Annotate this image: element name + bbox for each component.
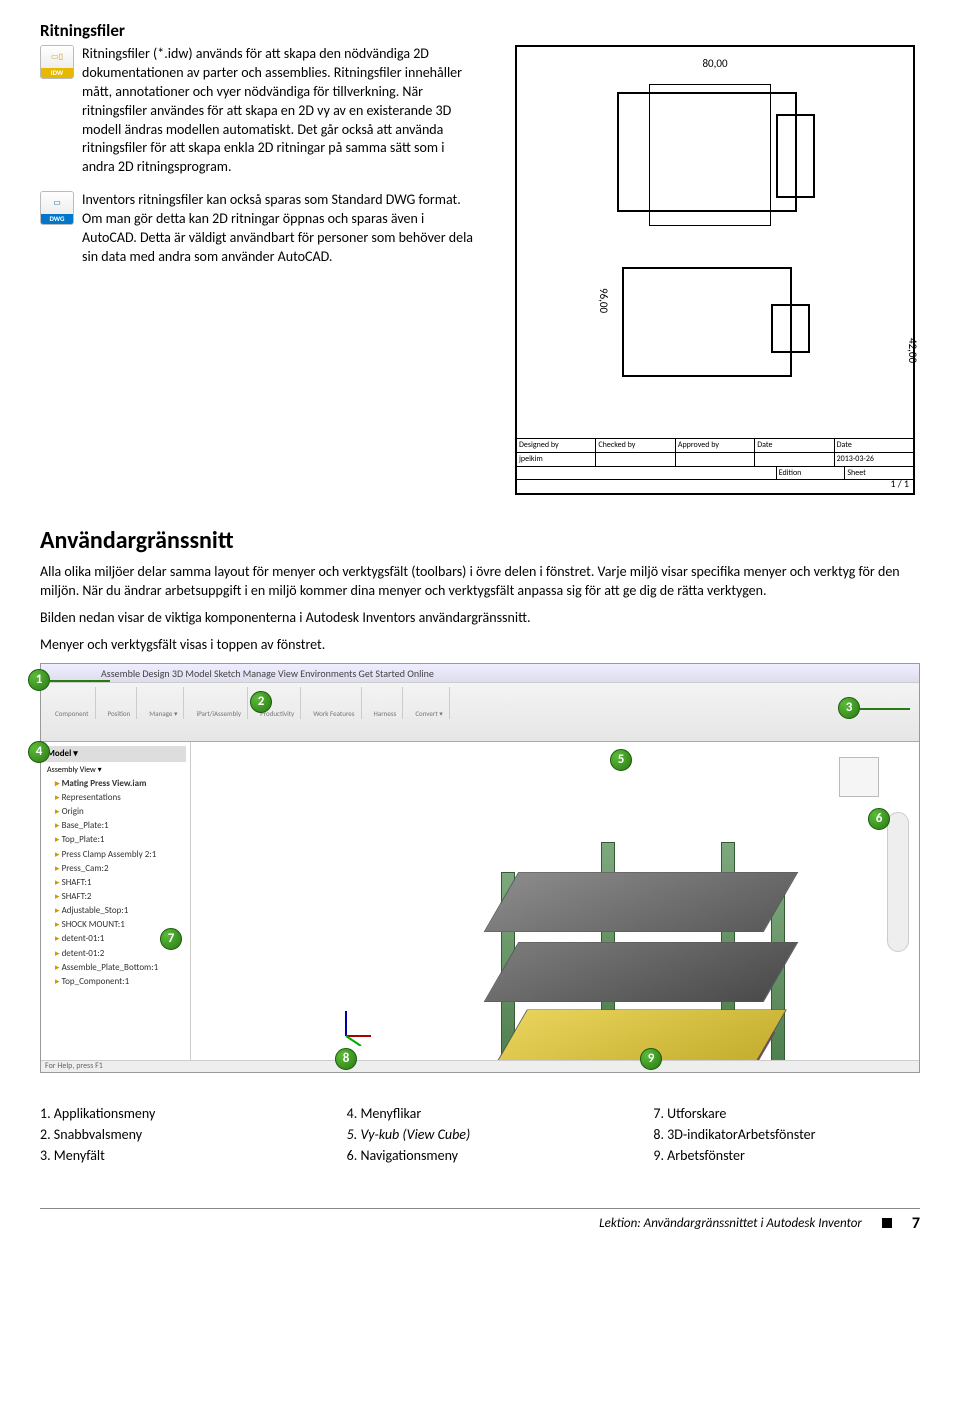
navigation-bar[interactable] (887, 812, 909, 952)
ribbon-tabs[interactable]: Assemble Design 3D Model Sketch Manage V… (41, 664, 919, 684)
callout-9: 9 (640, 1048, 662, 1070)
section2-title: Användargränssnitt (40, 525, 920, 557)
intro-para-2: Bilden nedan visar de viktiga komponente… (40, 609, 920, 628)
page-number: 7 (912, 1213, 920, 1235)
inventor-ui-screenshot: Assemble Design 3D Model Sketch Manage V… (40, 663, 920, 1073)
page-footer: Lektion: Användargränssnittet i Autodesk… (40, 1208, 920, 1235)
idw-file-icon: ▭▯ IDW (40, 45, 74, 79)
technical-drawing: 80,00 42,00 96,00 Designed by Checked by… (515, 45, 915, 495)
dim-left: 96,00 (595, 288, 610, 313)
intro-para-3: Menyer och verktygsfält visas i toppen a… (40, 636, 920, 655)
para-dwg: Inventors ritningsfiler kan också sparas… (82, 191, 480, 267)
callout-7: 7 (160, 928, 182, 950)
legend-item: 2. Snabbvalsmeny (40, 1126, 307, 1145)
legend-item: 9. Arbetsfönster (653, 1147, 920, 1166)
legend-item: 5. Vy-kub (View Cube) (347, 1126, 614, 1145)
dim-top: 80,00 (517, 57, 913, 72)
footer-square-icon (882, 1218, 892, 1228)
intro-para-1: Alla olika miljöer delar samma layout fö… (40, 563, 920, 601)
callout-6: 6 (868, 808, 890, 830)
callout-1: 1 (28, 669, 50, 691)
ribbon[interactable]: Assemble Design 3D Model Sketch Manage V… (41, 664, 919, 742)
sheet-number: 1 / 1 (890, 477, 909, 491)
view-cube[interactable] (839, 757, 879, 797)
para-idw: Ritningsfiler (*.idw) används för att sk… (82, 45, 480, 177)
title-block: Designed by Checked by Approved by Date … (517, 438, 913, 493)
legend-item: 4. Menyflikar (347, 1105, 614, 1124)
assembly-model (441, 832, 841, 1073)
legend-item: 6. Navigationsmeny (347, 1147, 614, 1166)
coordinate-indicator (336, 1006, 376, 1052)
legend-item: 8. 3D-indikatorArbetsfönster (653, 1126, 920, 1145)
status-bar: For Help, press F1 (41, 1060, 919, 1072)
dwg-file-icon: ▭ DWG (40, 191, 74, 225)
legend-item: 3. Menyfält (40, 1147, 307, 1166)
callout-2: 2 (250, 691, 272, 713)
callout-8: 8 (335, 1048, 357, 1070)
legend: 1. Applikationsmeny 2. Snabbvalsmeny 3. … (40, 1103, 920, 1168)
dim-right: 42,00 (904, 338, 919, 363)
legend-item: 1. Applikationsmeny (40, 1105, 307, 1124)
callout-5: 5 (610, 749, 632, 771)
callout-3: 3 (838, 697, 860, 719)
section1-title: Ritningsfiler (40, 20, 920, 43)
graphics-window[interactable] (191, 742, 919, 1060)
footer-lesson: Lektion: Användargränssnittet i Autodesk… (599, 1215, 862, 1233)
callout-4: 4 (28, 741, 50, 763)
legend-item: 7. Utforskare (653, 1105, 920, 1124)
section-ritningsfiler: Ritningsfiler ▭▯ IDW Ritningsfiler (*.id… (40, 20, 920, 495)
model-browser[interactable]: Model ▾ Assembly View ▾ Mating Press Vie… (41, 742, 191, 1060)
